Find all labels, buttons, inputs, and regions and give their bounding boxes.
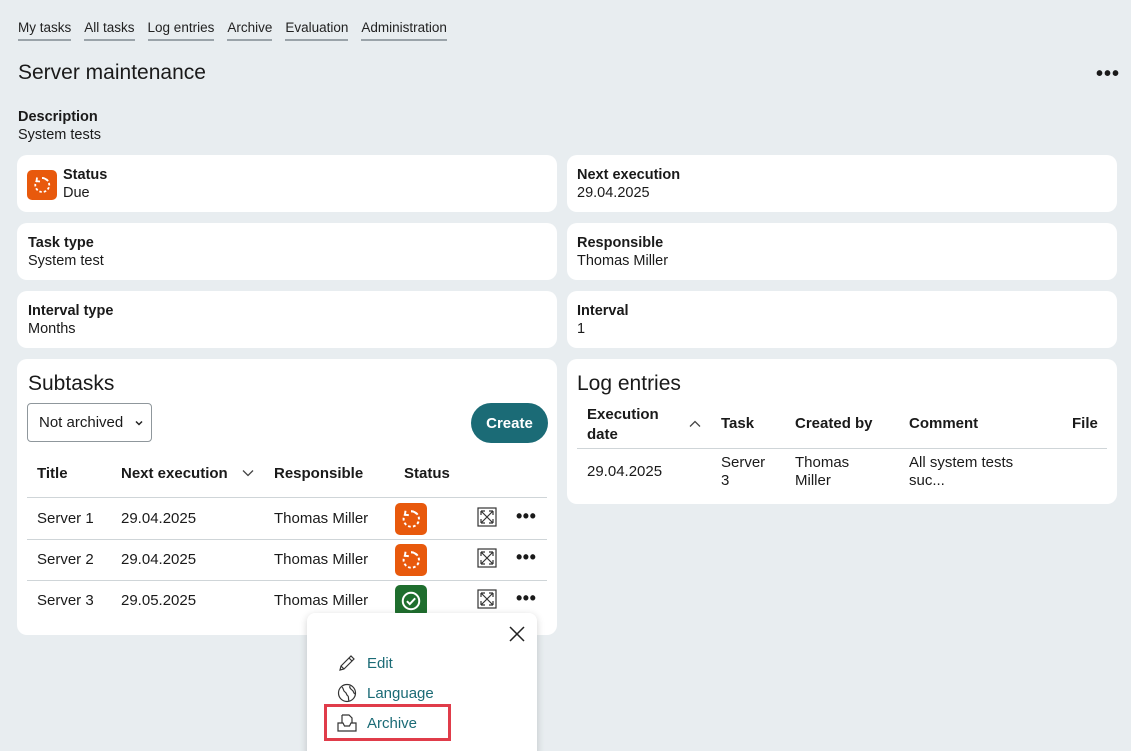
- interval-card: Interval 1: [567, 291, 1117, 348]
- log-row-comment-line1: All system tests: [909, 454, 1014, 471]
- log-row-created-line2: Miller: [795, 472, 831, 489]
- log-entries-title: Log entries: [577, 372, 681, 395]
- archive-filter-select[interactable]: Not archived: [27, 403, 152, 442]
- pencil-icon: [339, 655, 355, 671]
- row-3-expand-icon[interactable]: [477, 589, 497, 609]
- globe-icon: [337, 683, 357, 703]
- row-2-title: Server 2: [37, 551, 94, 568]
- row-1-next: 29.04.2025: [121, 510, 197, 527]
- interval-label: Interval: [577, 303, 629, 319]
- task-type-card: Task type System test: [17, 223, 557, 280]
- col-execution-date-line1: Execution: [587, 406, 659, 423]
- sort-chevron-up-icon[interactable]: [688, 417, 702, 431]
- status-card: Status Due: [17, 155, 557, 212]
- responsible-value: Thomas Miller: [577, 253, 669, 269]
- col-created-by[interactable]: Created by: [795, 415, 873, 432]
- archive-highlight-box: [324, 704, 451, 741]
- nav-all-tasks[interactable]: All tasks: [84, 20, 135, 41]
- log-row-task-line2: 3: [721, 472, 730, 489]
- next-execution-label: Next execution: [577, 167, 681, 183]
- interval-type-label: Interval type: [28, 303, 114, 319]
- description-label: Description: [18, 109, 98, 125]
- col-title[interactable]: Title: [37, 465, 68, 482]
- task-type-label: Task type: [28, 235, 94, 251]
- menu-edit-label: Edit: [367, 654, 393, 672]
- log-row-comment-line2: suc...: [909, 472, 945, 489]
- subtasks-title: Subtasks: [28, 372, 115, 395]
- responsible-card: Responsible Thomas Miller: [567, 223, 1117, 280]
- subtasks-card: Subtasks Not archived Create Title Next …: [17, 359, 557, 635]
- header-divider: [27, 497, 547, 498]
- col-status[interactable]: Status: [404, 465, 450, 482]
- responsible-label: Responsible: [577, 235, 664, 251]
- log-row-date: 29.04.2025: [587, 463, 663, 480]
- log-row-task-line1: Server: [721, 454, 766, 471]
- row-1-more-button[interactable]: •••: [516, 506, 536, 527]
- nav-my-tasks[interactable]: My tasks: [18, 20, 72, 41]
- menu-language-label: Language: [367, 684, 434, 702]
- create-button[interactable]: Create: [471, 403, 548, 443]
- row-1-title: Server 1: [37, 510, 94, 527]
- log-row-task: Server 3: [721, 454, 765, 490]
- row-2-responsible: Thomas Miller: [274, 551, 369, 568]
- menu-language[interactable]: Language: [337, 683, 434, 703]
- task-type-value: System test: [28, 253, 104, 269]
- interval-type-card: Interval type Months: [17, 291, 557, 348]
- page-more-button[interactable]: •••: [1096, 63, 1120, 86]
- row-3-next: 29.05.2025: [121, 592, 197, 609]
- row-divider: [27, 580, 547, 581]
- log-row-created-line1: Thomas: [795, 454, 850, 471]
- row-3-responsible: Thomas Miller: [274, 592, 369, 609]
- next-execution-card: Next execution 29.04.2025: [567, 155, 1117, 212]
- row-1-responsible: Thomas Miller: [274, 510, 369, 527]
- menu-edit[interactable]: Edit: [337, 653, 393, 673]
- next-execution-value: 29.04.2025: [577, 185, 650, 201]
- status-due-icon: [27, 170, 57, 200]
- row-3-title: Server 3: [37, 592, 94, 609]
- status-label: Status: [63, 167, 108, 183]
- interval-value: 1: [577, 321, 586, 337]
- col-comment[interactable]: Comment: [909, 415, 978, 432]
- page-title: Server maintenance: [18, 61, 206, 84]
- col-execution-date[interactable]: Execution date: [587, 405, 659, 445]
- col-execution-date-line2: date: [587, 426, 618, 443]
- interval-type-value: Months: [28, 321, 76, 337]
- col-task[interactable]: Task: [721, 415, 754, 432]
- sort-chevron-down-icon[interactable]: [241, 466, 255, 480]
- col-file[interactable]: File: [1072, 415, 1098, 432]
- row-2-more-button[interactable]: •••: [516, 547, 536, 568]
- log-entries-card: Log entries Execution date Task Created …: [567, 359, 1117, 504]
- log-row-comment: All system tests suc...: [909, 454, 1013, 490]
- col-responsible[interactable]: Responsible: [274, 465, 363, 482]
- col-next-execution[interactable]: Next execution: [121, 465, 228, 482]
- nav-log-entries[interactable]: Log entries: [147, 20, 215, 41]
- row-2-next: 29.04.2025: [121, 551, 197, 568]
- close-icon[interactable]: [508, 625, 526, 643]
- row-1-expand-icon[interactable]: [477, 507, 497, 527]
- header-divider: [577, 448, 1107, 449]
- nav-evaluation[interactable]: Evaluation: [285, 20, 349, 41]
- top-nav: My tasks All tasks Log entries Archive E…: [18, 20, 447, 41]
- status-value: Due: [63, 185, 90, 201]
- row-2-status-due-icon: [395, 544, 427, 576]
- archive-filter-value: Not archived: [39, 414, 124, 431]
- row-1-status-due-icon: [395, 503, 427, 535]
- description-value: System tests: [18, 127, 101, 143]
- row-2-expand-icon[interactable]: [477, 548, 497, 568]
- row-3-more-button[interactable]: •••: [516, 588, 536, 609]
- row-context-menu: Edit Language Archive: [307, 613, 537, 751]
- log-row-created-by: Thomas Miller: [795, 454, 849, 490]
- nav-administration[interactable]: Administration: [361, 20, 447, 41]
- nav-archive[interactable]: Archive: [227, 20, 273, 41]
- row-divider: [27, 539, 547, 540]
- chevron-down-icon: [135, 420, 143, 426]
